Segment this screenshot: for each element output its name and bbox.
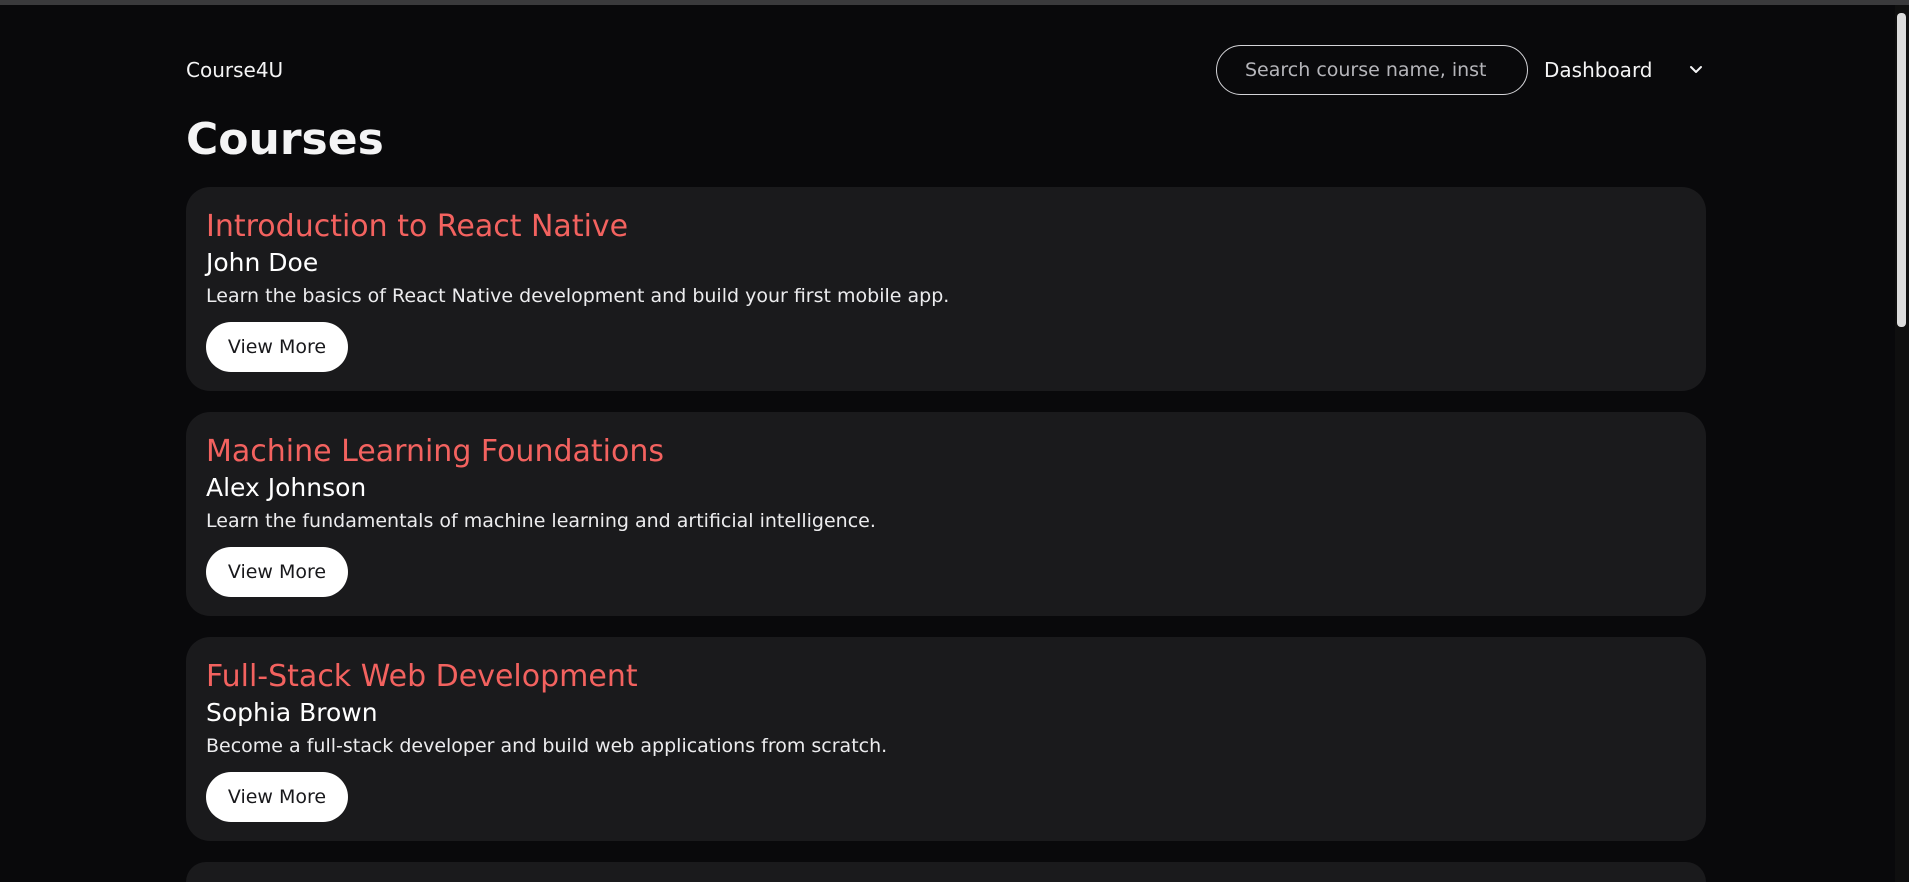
scrollbar[interactable] (1895, 5, 1909, 882)
dashboard-dropdown[interactable]: Dashboard (1544, 45, 1706, 95)
course-instructor: Alex Johnson (206, 473, 367, 502)
view-more-button[interactable]: View More (206, 772, 348, 822)
course-description: Learn the basics of React Native develop… (206, 285, 950, 307)
course-title: Introduction to React Native (206, 209, 629, 244)
dashboard-label: Dashboard (1544, 58, 1653, 82)
course-title: Full-Stack Web Development (206, 659, 638, 694)
course-title: Machine Learning Foundations (206, 434, 664, 469)
course-description: Learn the fundamentals of machine learni… (206, 510, 876, 532)
view-more-button[interactable]: View More (206, 322, 348, 372)
header: Course4U Dashboard (186, 45, 1706, 97)
course-instructor: John Doe (206, 248, 319, 277)
view-more-button[interactable]: View More (206, 547, 348, 597)
chevron-down-icon (1690, 66, 1702, 73)
window-top-border (0, 0, 1909, 5)
course-card-partial (186, 862, 1706, 882)
course-card: Machine Learning Foundations Alex Johnso… (186, 412, 1706, 616)
course-description: Become a full-stack developer and build … (206, 735, 888, 757)
course-instructor: Sophia Brown (206, 698, 378, 727)
search-input[interactable] (1216, 45, 1528, 95)
course-card: Introduction to React Native John Doe Le… (186, 187, 1706, 391)
course-card: Full-Stack Web Development Sophia Brown … (186, 637, 1706, 841)
scrollbar-thumb[interactable] (1897, 13, 1906, 327)
page-title: Courses (186, 114, 384, 165)
brand-logo[interactable]: Course4U (186, 58, 283, 82)
